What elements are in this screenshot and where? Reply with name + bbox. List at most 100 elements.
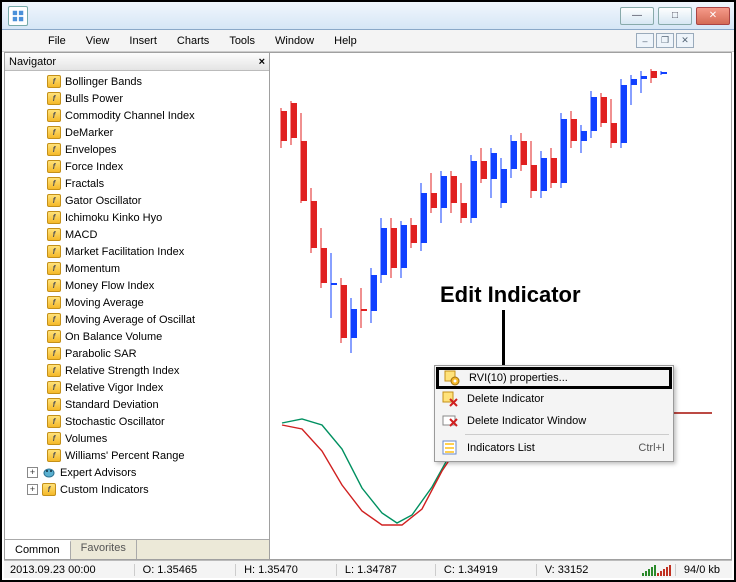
fx-icon: f [47, 432, 61, 445]
fx-icon: f [47, 211, 61, 224]
navigator-close-icon[interactable]: × [259, 56, 265, 68]
navigator-tree[interactable]: fBollinger BandsfBulls PowerfCommodity C… [5, 71, 269, 539]
indicator-label: Stochastic Oscillator [65, 416, 165, 428]
indicator-item[interactable]: fOn Balance Volume [5, 328, 269, 345]
navigator-tabs: Common Favorites [5, 539, 269, 559]
fx-icon: f [47, 143, 61, 156]
status-datetime: 2013.09.23 00:00 [8, 564, 104, 576]
indicator-label: DeMarker [65, 127, 113, 139]
tab-favorites[interactable]: Favorites [71, 540, 137, 559]
indicator-item[interactable]: f Market Facilitation Index [5, 243, 269, 260]
indicator-label: Market Facilitation Index [65, 246, 184, 258]
mdi-restore-button[interactable]: ❐ [656, 33, 674, 48]
menu-window[interactable]: Window [265, 33, 324, 49]
properties-icon [443, 370, 461, 386]
group-expert-advisors[interactable]: + Expert Advisors [5, 464, 269, 481]
maximize-button[interactable]: □ [658, 7, 692, 25]
ctx-delete-indicator[interactable]: Delete Indicator [437, 388, 671, 410]
indicator-label: Moving Average of Oscillat [65, 314, 195, 326]
indicator-item[interactable]: fBollinger Bands [5, 73, 269, 90]
minimize-button[interactable]: — [620, 7, 654, 25]
menu-tools[interactable]: Tools [219, 33, 265, 49]
connection-bars-icon [642, 564, 671, 576]
indicator-label: Gator Oscillator [65, 195, 141, 207]
indicator-item[interactable]: fMoney Flow Index [5, 277, 269, 294]
fx-icon: f [47, 177, 61, 190]
indicator-label: Ichimoku Kinko Hyo [65, 212, 162, 224]
ctx-delete-window[interactable]: Delete Indicator Window [437, 410, 671, 432]
navigator-title: Navigator × [5, 53, 269, 71]
indicator-item[interactable]: f DeMarker [5, 124, 269, 141]
indicator-item[interactable]: f Fractals [5, 175, 269, 192]
menu-view[interactable]: View [76, 33, 120, 49]
menu-charts[interactable]: Charts [167, 33, 219, 49]
mdi-minimize-button[interactable]: – [636, 33, 654, 48]
fx-icon: f [47, 347, 61, 360]
group-label: Expert Advisors [60, 467, 136, 479]
menu-help[interactable]: Help [324, 33, 367, 49]
fx-icon: f [47, 415, 61, 428]
fx-icon: f [47, 364, 61, 377]
tab-common[interactable]: Common [5, 540, 71, 559]
indicator-item[interactable]: fBulls Power [5, 90, 269, 107]
fx-icon: f [47, 75, 61, 88]
fx-icon: f [47, 449, 61, 462]
indicator-label: Force Index [65, 161, 123, 173]
indicator-label: Moving Average [65, 297, 144, 309]
indicators-list-icon [441, 440, 459, 456]
indicator-label: MACD [65, 229, 97, 241]
mdi-close-button[interactable]: ✕ [676, 33, 694, 48]
indicator-label: Bulls Power [65, 93, 123, 105]
indicator-item[interactable]: f Envelopes [5, 141, 269, 158]
expander-icon[interactable]: + [27, 467, 38, 478]
menu-file[interactable]: File [38, 33, 76, 49]
fx-icon: f [47, 245, 61, 258]
indicator-label: Envelopes [65, 144, 116, 156]
status-connection: 94/0 kb [675, 564, 728, 576]
ctx-shortcut: Ctrl+I [638, 442, 665, 454]
indicator-item[interactable]: f MACD [5, 226, 269, 243]
navigator-title-text: Navigator [9, 56, 56, 68]
indicator-item[interactable]: f Momentum [5, 260, 269, 277]
ctx-delete-indicator-label: Delete Indicator [467, 393, 544, 405]
context-menu: RVI(10) properties... Delete Indicator D… [434, 365, 674, 462]
indicator-item[interactable]: fCommodity Channel Index [5, 107, 269, 124]
ctx-indicators-list[interactable]: Indicators List Ctrl+I [437, 437, 671, 459]
indicator-item[interactable]: fMoving Average [5, 294, 269, 311]
indicator-label: Volumes [65, 433, 107, 445]
annotation-label: Edit Indicator [440, 282, 581, 308]
ctx-properties-label: RVI(10) properties... [469, 372, 568, 384]
indicator-item[interactable]: fParabolic SAR [5, 345, 269, 362]
group-label: Custom Indicators [60, 484, 149, 496]
fx-icon: f [42, 483, 56, 496]
status-open: O: 1.35465 [134, 564, 205, 576]
indicator-label: Relative Vigor Index [65, 382, 163, 394]
menu-insert[interactable]: Insert [119, 33, 167, 49]
indicator-label: Fractals [65, 178, 104, 190]
annotation-line [502, 310, 505, 366]
indicator-item[interactable]: f Relative Strength Index [5, 362, 269, 379]
indicator-item[interactable]: fWilliams' Percent Range [5, 447, 269, 464]
indicator-item[interactable]: fForce Index [5, 158, 269, 175]
fx-icon: f [47, 126, 61, 139]
indicator-item[interactable]: fGator Oscillator [5, 192, 269, 209]
indicator-item[interactable]: fMoving Average of Oscillat [5, 311, 269, 328]
close-button[interactable]: ✕ [696, 7, 730, 25]
ctx-properties[interactable]: RVI(10) properties... [436, 367, 672, 389]
ctx-indicators-list-label: Indicators List [467, 442, 535, 454]
indicator-label: Relative Strength Index [65, 365, 179, 377]
group-custom-indicators[interactable]: + f Custom Indicators [5, 481, 269, 498]
navigator-panel: Navigator × fBollinger BandsfBulls Power… [4, 52, 270, 560]
indicator-label: Commodity Channel Index [65, 110, 195, 122]
indicator-item[interactable]: f Stochastic Oscillator [5, 413, 269, 430]
indicator-label: Money Flow Index [65, 280, 154, 292]
fx-icon: f [47, 228, 61, 241]
indicator-item[interactable]: fStandard Deviation [5, 396, 269, 413]
expander-icon[interactable]: + [27, 484, 38, 495]
indicator-label: Momentum [65, 263, 120, 275]
indicator-item[interactable]: f Volumes [5, 430, 269, 447]
mdi-controls: – ❐ ✕ [636, 33, 694, 48]
indicator-item[interactable]: f Ichimoku Kinko Hyo [5, 209, 269, 226]
fx-icon: f [47, 262, 61, 275]
indicator-item[interactable]: fRelative Vigor Index [5, 379, 269, 396]
